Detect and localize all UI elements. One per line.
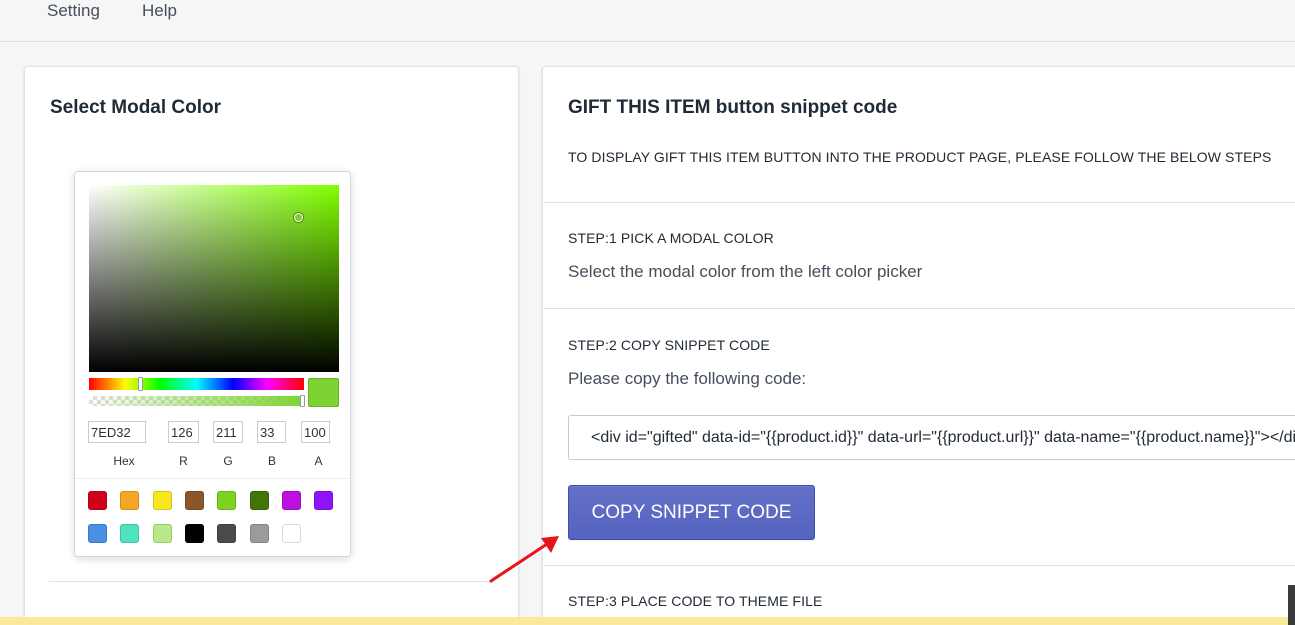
preset-swatch[interactable] [281, 491, 301, 510]
blue-label: B [267, 454, 276, 468]
top-menu-bar: Setting Help [0, 0, 1295, 42]
hue-slider-handle[interactable] [138, 377, 143, 391]
preset-swatch[interactable] [217, 524, 237, 543]
preset-swatch[interactable] [88, 491, 107, 510]
green-label: G [223, 454, 233, 468]
divider-2 [543, 308, 1295, 309]
menu-item-help[interactable]: Help [142, 0, 177, 22]
preset-swatch[interactable] [120, 491, 140, 510]
alpha-input[interactable] [301, 421, 330, 443]
bottom-notification-bar [0, 617, 1295, 625]
annotation-arrow-shaft [489, 542, 549, 583]
modal-color-title: Select Modal Color [50, 97, 222, 118]
snippet-card-title: GIFT THIS ITEM button snippet code [568, 97, 898, 118]
copy-snippet-button[interactable]: COPY SNIPPET CODE [568, 485, 815, 540]
hue-slider[interactable] [89, 377, 304, 391]
step2-text: Please copy the following code: [568, 369, 807, 388]
step2-heading: STEP:2 COPY SNIPPET CODE [568, 337, 770, 353]
scroll-edge [1288, 585, 1295, 625]
step1-heading: STEP:1 PICK A MODAL COLOR [568, 230, 774, 246]
preset-swatch[interactable] [249, 524, 269, 543]
divider-3 [543, 565, 1295, 566]
alpha-label: A [314, 454, 323, 468]
menu-item-setting[interactable]: Setting [47, 0, 100, 22]
divider-1 [543, 202, 1295, 203]
hex-input[interactable] [88, 421, 146, 443]
saturation-cursor[interactable] [294, 213, 303, 222]
step1-text: Select the modal color from the left col… [568, 262, 923, 281]
preset-swatch[interactable] [120, 524, 140, 543]
step3-heading: STEP:3 PLACE CODE TO THEME FILE [568, 593, 823, 609]
preset-swatch[interactable] [152, 491, 172, 510]
annotation-arrow [489, 536, 559, 583]
red-label: R [179, 454, 188, 468]
preset-swatch[interactable] [88, 524, 107, 543]
saturation-area[interactable] [89, 185, 339, 372]
snippet-card-subtitle: TO DISPLAY GIFT THIS ITEM BUTTON INTO TH… [568, 149, 1272, 165]
left-card-divider [49, 581, 493, 582]
preset-swatch[interactable] [314, 491, 334, 510]
red-input[interactable] [168, 421, 199, 443]
green-input[interactable] [213, 421, 243, 443]
blue-input[interactable] [257, 421, 286, 443]
snippet-code-field[interactable]: <div id="gifted" data-id="{{product.id}}… [568, 415, 1295, 460]
picker-separator [75, 478, 350, 479]
alpha-slider[interactable] [89, 395, 305, 407]
preset-swatch[interactable] [281, 524, 301, 543]
color-picker: Hex R G B A [74, 171, 351, 557]
preset-swatch[interactable] [217, 491, 237, 510]
preset-swatch[interactable] [184, 491, 204, 510]
preset-swatch[interactable] [249, 491, 269, 510]
color-preview-swatch [308, 378, 339, 407]
hex-label: Hex [113, 454, 135, 468]
alpha-slider-handle[interactable] [300, 395, 305, 407]
preset-swatch[interactable] [184, 524, 204, 543]
preset-swatch[interactable] [152, 524, 172, 543]
